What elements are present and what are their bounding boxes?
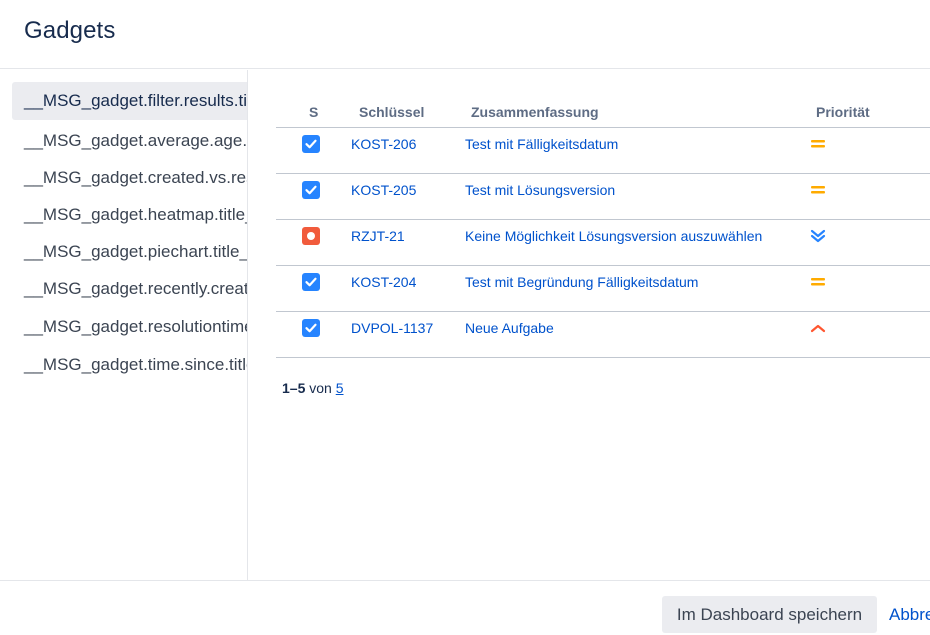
table-row: KOST-205 Test mit Lösungsversion xyxy=(276,174,930,220)
dialog-header: Gadgets xyxy=(0,0,930,69)
sidebar-item-filter-results[interactable]: __MSG_gadget.filter.results.title__ xyxy=(12,82,247,120)
issue-summary-link[interactable]: Keine Möglichkeit Lösungsversion auszuwä… xyxy=(465,228,762,244)
sidebar-item-recently-created[interactable]: __MSG_gadget.recently.created.title__ xyxy=(12,270,247,308)
issue-key-link[interactable]: KOST-205 xyxy=(351,182,416,198)
priority-high-icon xyxy=(808,319,830,337)
priority-lowest-icon xyxy=(808,227,830,245)
sidebar-item-piechart[interactable]: __MSG_gadget.piechart.title__ xyxy=(12,233,247,271)
task-checkbox-icon xyxy=(302,135,320,153)
issue-key-link[interactable]: KOST-204 xyxy=(351,274,416,290)
pagination-total-link[interactable]: 5 xyxy=(336,380,344,396)
column-header-type[interactable]: S xyxy=(309,104,318,120)
dialog-footer: Im Dashboard speichern Abbrechen xyxy=(0,580,930,635)
table-row: RZJT-21 Keine Möglichkeit Lösungsversion… xyxy=(276,220,930,266)
table-row: KOST-204 Test mit Begründung Fälligkeits… xyxy=(276,266,930,312)
sidebar-item-average-age[interactable]: __MSG_gadget.average.age.title__ xyxy=(12,122,247,160)
bug-icon xyxy=(302,227,320,245)
table-header: S Schlüssel Zusammenfassung Priorität xyxy=(276,96,930,128)
pagination-range: 1–5 xyxy=(282,380,306,396)
task-checkbox-icon xyxy=(302,273,320,291)
save-to-dashboard-button[interactable]: Im Dashboard speichern xyxy=(662,596,877,633)
task-checkbox-icon xyxy=(302,181,320,199)
sidebar-item-time-since[interactable]: __MSG_gadget.time.since.title__ xyxy=(12,346,247,384)
pagination: 1–5 von 5 xyxy=(282,380,344,396)
issue-summary-link[interactable]: Test mit Begründung Fälligkeitsdatum xyxy=(465,274,698,290)
gadget-list: __MSG_gadget.filter.results.title__ __MS… xyxy=(0,70,248,580)
issue-key-link[interactable]: RZJT-21 xyxy=(351,228,405,244)
table-row: DVPOL-1137 Neue Aufgabe xyxy=(276,312,930,358)
page-title: Gadgets xyxy=(24,17,116,44)
column-header-summary[interactable]: Zusammenfassung xyxy=(471,104,599,120)
issue-summary-link[interactable]: Test mit Fälligkeitsdatum xyxy=(465,136,618,152)
cancel-button[interactable]: Abbrechen xyxy=(889,596,930,633)
issue-summary-link[interactable]: Neue Aufgabe xyxy=(465,320,554,336)
pagination-of-label: von xyxy=(309,380,332,396)
issue-key-link[interactable]: DVPOL-1137 xyxy=(351,320,433,336)
column-header-key[interactable]: Schlüssel xyxy=(359,104,424,120)
sidebar-item-created-vs-resolved[interactable]: __MSG_gadget.created.vs.resolved.title__ xyxy=(12,159,247,197)
table-row: KOST-206 Test mit Fälligkeitsdatum xyxy=(276,128,930,174)
issue-summary-link[interactable]: Test mit Lösungsversion xyxy=(465,182,615,198)
priority-medium-icon xyxy=(808,273,830,291)
issue-key-link[interactable]: KOST-206 xyxy=(351,136,416,152)
priority-medium-icon xyxy=(808,181,830,199)
priority-medium-icon xyxy=(808,135,830,153)
task-checkbox-icon xyxy=(302,319,320,337)
issue-table: S Schlüssel Zusammenfassung Priorität KO… xyxy=(276,96,930,358)
sidebar-item-heatmap[interactable]: __MSG_gadget.heatmap.title__ xyxy=(12,196,247,234)
column-header-priority[interactable]: Priorität xyxy=(816,104,870,120)
sidebar-item-resolution-time[interactable]: __MSG_gadget.resolutiontime.title__ xyxy=(12,308,247,346)
gadget-preview: S Schlüssel Zusammenfassung Priorität KO… xyxy=(249,70,930,580)
